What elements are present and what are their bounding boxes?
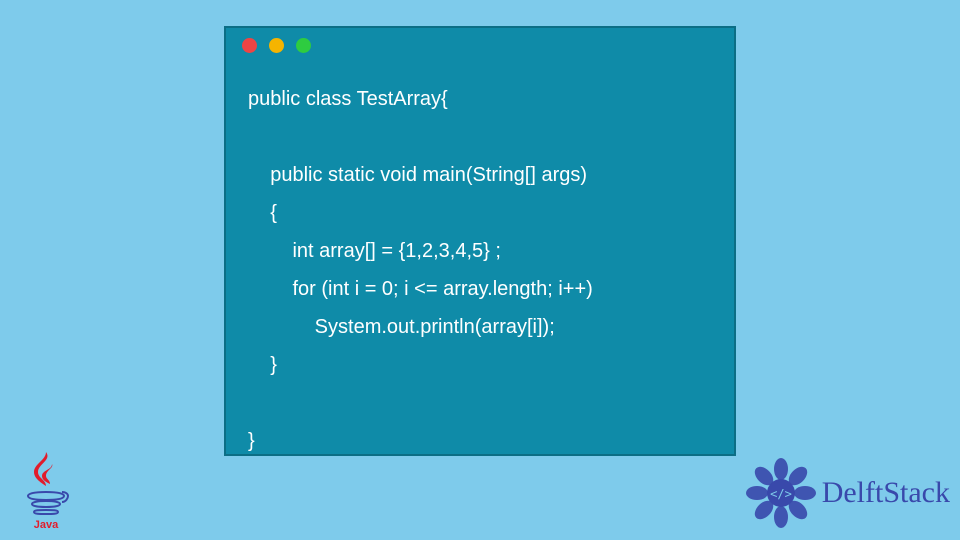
delftstack-icon: </> xyxy=(746,458,816,528)
code-body: public class TestArray{ public static vo… xyxy=(226,62,734,478)
code-line: { xyxy=(248,202,277,224)
minimize-icon[interactable] xyxy=(269,38,284,53)
maximize-icon[interactable] xyxy=(296,38,311,53)
code-line: public class TestArray{ xyxy=(248,88,448,110)
code-line: public static void main(String[] args) xyxy=(248,164,587,186)
delftstack-branding: </> DelftStack xyxy=(746,458,950,528)
code-line: } xyxy=(248,354,277,376)
window-titlebar xyxy=(226,28,734,62)
java-logo: Java xyxy=(14,450,78,530)
code-line: int array[] = {1,2,3,4,5} ; xyxy=(248,240,501,262)
close-icon[interactable] xyxy=(242,38,257,53)
code-line: System.out.println(array[i]); xyxy=(248,316,555,338)
svg-text:</>: </> xyxy=(770,487,792,501)
java-label: Java xyxy=(34,519,59,530)
code-line: for (int i = 0; i <= array.length; i++) xyxy=(248,278,593,300)
delftstack-label: DelftStack xyxy=(822,476,950,510)
java-icon: Java xyxy=(14,450,78,530)
code-line: } xyxy=(248,430,255,452)
code-window: public class TestArray{ public static vo… xyxy=(224,26,736,456)
